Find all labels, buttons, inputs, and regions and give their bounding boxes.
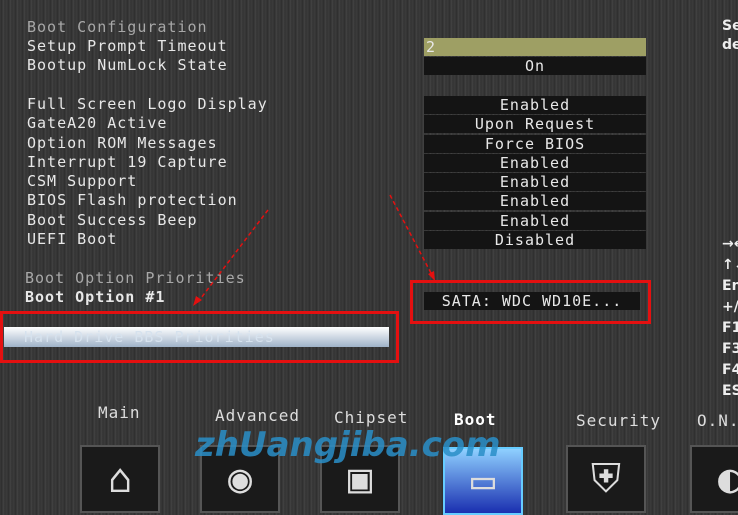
help-key: F4 <box>722 362 738 378</box>
tab-main[interactable]: Main <box>98 403 141 422</box>
help-key: ↑↓ <box>722 257 738 273</box>
help-key: +/ <box>722 299 738 315</box>
arrow-to-boot-option <box>389 194 433 276</box>
home-icon[interactable]: ⌂ <box>80 445 160 513</box>
help-text-1: de <box>722 37 738 53</box>
tab-advanced[interactable]: Advanced <box>215 406 300 425</box>
help-key: F1 <box>722 320 738 336</box>
help-text-0: Se <box>722 18 738 34</box>
tab-security[interactable]: Security <box>576 411 661 430</box>
help-key: F3 <box>722 341 738 357</box>
tab-onboard[interactable]: O.N. <box>697 411 738 430</box>
onboard-icon[interactable]: ◐ <box>690 445 738 513</box>
help-key: ES <box>722 383 738 399</box>
help-key: En <box>722 278 738 294</box>
help-key: →← <box>722 236 738 252</box>
shield-icon[interactable]: ⛨ <box>566 445 646 513</box>
watermark-zhuangjiba: zhUangjiba.com <box>195 425 501 465</box>
arrow-to-bbs <box>197 209 269 303</box>
